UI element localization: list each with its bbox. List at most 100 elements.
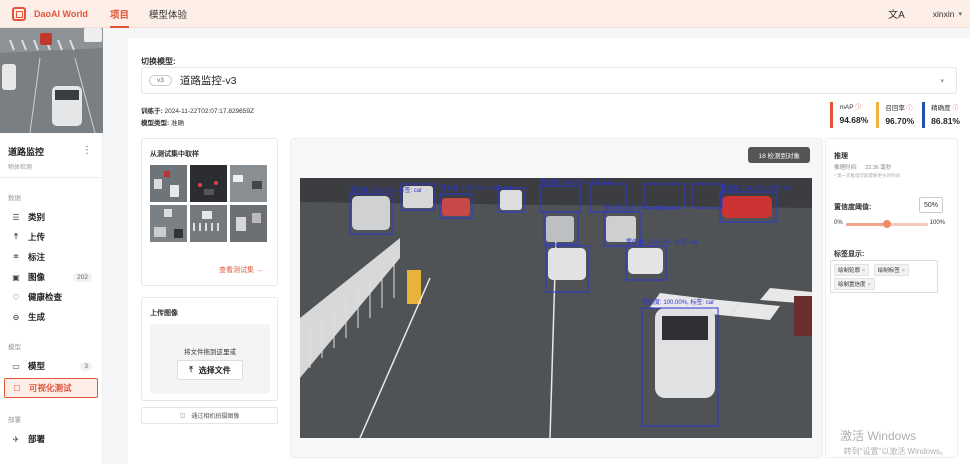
train-time: 2024-11-22T02:07:17.829659Z [164,108,254,115]
sample-card-title: 从测试集中取样 [150,151,199,158]
windows-activation-hint: 转到"设置"以激活 Windows。 [843,447,948,456]
sidebar-item-annotate[interactable]: ⌗ 标注 [0,247,102,267]
sidebar-item-label: 生成 [28,312,46,322]
sidebar-item-categories[interactable]: ☰ 类别 [0,207,102,227]
camera-label: 通过相机拍摄图像 [191,414,240,420]
project-header[interactable]: 道路监控 物体检测 ⋮ [0,133,102,178]
box-label: 置信度: 100.00%, 标签: car [720,184,792,192]
sidebar-item-deploy[interactable]: ✈ 部署 [0,429,102,449]
project-subtitle: 物体检测 [8,165,33,171]
generate-icon: ⊝ [12,312,20,322]
model-count-badge: 3 [80,361,92,371]
sample-graphic [190,205,227,242]
section-deploy: 部署 [8,417,21,424]
chevron-down-icon[interactable]: ▾ [940,77,944,85]
app-name: DaoAI World [34,8,88,19]
section-data: 数据 [8,195,21,202]
image-count-badge: 202 [73,272,92,282]
close-icon[interactable]: × [862,268,865,274]
metric-value: 94.68% [839,115,869,125]
annotate-icon: ⌗ [13,252,19,261]
sample-image[interactable] [150,165,187,202]
inference-time-label: 推理时间: [834,165,858,171]
sidebar-item-models[interactable]: ▭ 模型 3 [0,356,102,376]
sample-image[interactable] [150,205,187,242]
user-name[interactable]: xinxin [933,9,955,19]
box-label: 置信度: 100.00%, 标签: car [350,186,422,194]
box-label: 置信度: 100.00%, 标签: car [626,238,698,246]
tag-chip[interactable]: 绘制置信度 × [834,278,875,290]
tag-chip[interactable]: 绘制轮廓 × [834,264,870,276]
metric-label: 精确度 [931,105,951,112]
tab-projects[interactable]: 项目 [110,0,130,28]
slider-max-label: 100% [929,220,945,226]
upload-card: 上传图像 将文件拖到这里或 ⤒ 选择文件 [141,297,278,401]
sidebar-item-upload[interactable]: ⤒ 上传 [0,227,102,247]
road-thumbnail-graphic [0,28,103,133]
metric-value: 96.70% [885,116,915,126]
sample-image[interactable] [190,205,227,242]
drop-text: 将文件拖到这里或 [184,349,236,356]
detection-scene: 置信度: 100.00%, 标签: car 置信度: 100.00%, 标签: … [300,178,812,438]
sample-image[interactable] [190,165,227,202]
tag-chip[interactable]: 绘制标签 × [873,264,909,276]
inference-title: 推理 [834,153,848,160]
model-select[interactable]: v3 道路监控-v3 ▾ [141,67,957,94]
sidebar-item-label: 上传 [28,232,46,242]
more-options-icon[interactable]: ⋮ [82,145,92,156]
translate-icon[interactable]: 文A [888,6,905,21]
info-icon[interactable]: ⓘ [952,106,958,112]
sidebar-item-health-check[interactable]: ♡ 健康检查 [0,287,102,307]
threshold-slider[interactable] [846,220,928,228]
info-icon[interactable]: ⓘ [855,105,861,111]
tab-model-experience[interactable]: 模型体验 [149,0,187,28]
view-testset-link[interactable]: 查看测试集 → [219,265,263,275]
app-logo[interactable]: DaoAI World [12,6,110,21]
close-icon[interactable]: × [868,282,871,288]
metric-label: 召回率 [885,105,905,112]
info-icon[interactable]: ⓘ [907,106,913,112]
tag-label: 绘制置信度 [838,282,866,288]
box-label: 置信度: 100.00%, 标签: car [642,298,714,306]
sidebar-item-label: 类别 [28,212,46,222]
model-name: 道路监控-v3 [179,75,237,87]
upload-icon: ⤒ [189,365,193,374]
detection-image: 置信度: 100.00%, 标签: car 置信度: 100.00%, 标签: … [300,178,812,438]
metric-precision: 精确度 ⓘ 86.81% [922,102,960,128]
sample-card: 从测试集中取样 查看测试集 → [141,138,278,286]
choose-file-button[interactable]: ⤒ 选择文件 [177,360,243,380]
test-icon: ☐ [13,383,21,393]
metric-recall: 召回率 ⓘ 96.70% [876,102,914,128]
image-icon: ▣ [12,272,20,282]
slider-knob[interactable] [883,220,891,228]
windows-activation-watermark: 激活 Windows [839,429,916,443]
sidebar-item-visual-test[interactable]: ☐ 可视化测试 [4,378,98,398]
sidebar-item-label: 标注 [28,252,46,262]
tags-select[interactable]: 绘制轮廓 × 绘制标签 × 绘制置信度 × [830,260,938,293]
sample-image[interactable] [230,165,267,202]
switch-model-label: 切换模型: [141,57,176,66]
detect-count-badge: 18 检测到对象 [748,147,810,163]
sidebar-item-images[interactable]: ▣ 图像 202 [0,267,102,287]
main-content: 切换模型: v3 道路监控-v3 ▾ 训练于: 2024-11-22T02:07… [128,38,970,464]
version-tag: v3 [149,75,172,86]
camera-capture-button[interactable]: ◫ 通过相机拍摄图像 [141,407,278,424]
sample-graphic [230,165,267,202]
sample-graphic [150,205,187,242]
box-label: 置信度: 100.00%, 标签: car [604,204,676,212]
inference-time: 22.36 毫秒 [865,165,892,171]
box-label: 置信度: 100.00%, 标签: car [440,184,512,192]
sample-graphic [150,165,187,202]
metric-label: mAP [839,104,854,111]
chevron-down-icon[interactable]: ▾ [958,10,962,18]
sidebar-item-label: 可视化测试 [29,383,72,393]
close-icon[interactable]: × [902,268,905,274]
sample-image[interactable] [230,205,267,242]
sidebar-item-generate[interactable]: ⊝ 生成 [0,307,102,327]
drop-zone[interactable]: 将文件拖到这里或 ⤒ 选择文件 [150,324,270,394]
threshold-input[interactable]: 50% [919,197,943,213]
sample-graphic [190,165,227,202]
slider-min-label: 0% [834,220,843,226]
tag-label: 绘制轮廓 [838,268,861,274]
choose-file-label: 选择文件 [198,365,231,375]
